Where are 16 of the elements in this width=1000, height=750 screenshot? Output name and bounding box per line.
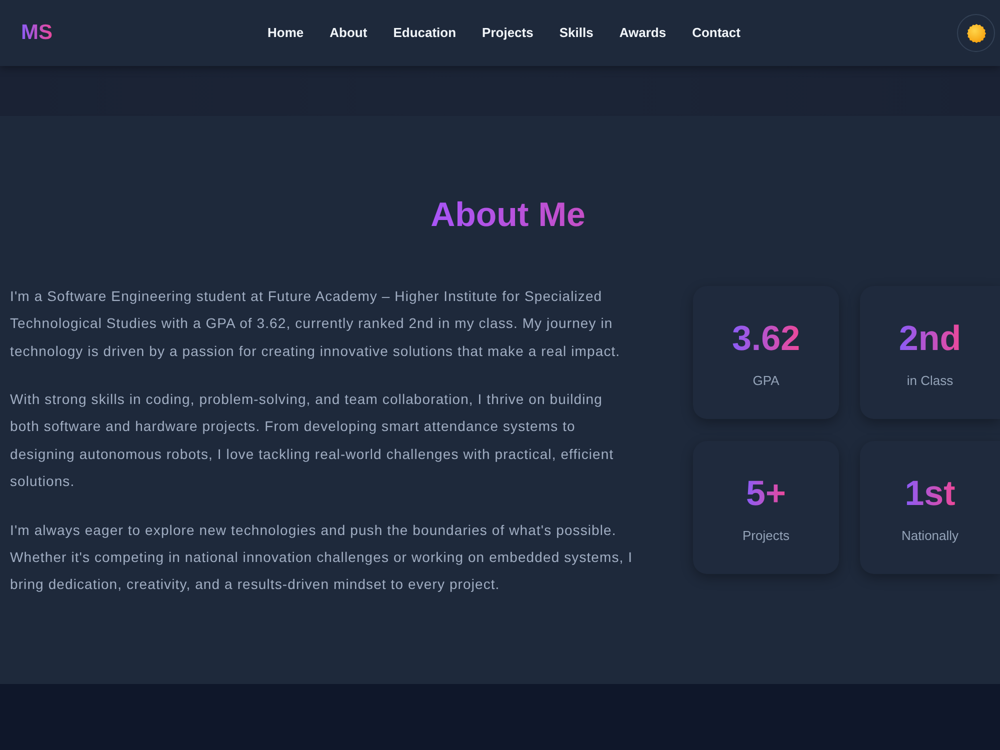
nav-link[interactable]: Education [393, 24, 456, 42]
about-paragraph: With strong skills in coding, problem-solving, and team collaboration, I thrive on building both software and hardware projects. From developing smart attendance systems to designing autonomous robots, I love tackling real-world challenges with practical, efficient solutions. [10, 390, 615, 492]
nav-link[interactable]: Contact [692, 24, 740, 42]
stat-label: Projects [742, 526, 790, 545]
about-paragraph: I'm a Software Engineering student at Future Academy – Higher Institute for Specialized Technological Studies with a GPA of 3.62, currently ranked 2nd in my class. My journey in technology is driven by a passion for creating innovative solutions that make a real impact. [10, 286, 622, 361]
nav-link[interactable]: Projects [482, 24, 534, 42]
stat-label: GPA [752, 372, 780, 390]
nav-link[interactable]: Awards [619, 24, 666, 42]
about-paragraph: I'm always eager to explore new technologies and push the boundaries of what's possible. Whether it's competing in national innovation challenges or working on embedded systems, I bring dedication, creativity, and a results-driven mindset to every project. [10, 520, 634, 594]
theme-toggle-button[interactable] [957, 14, 995, 52]
nav-link[interactable]: About [330, 24, 368, 42]
nav-link[interactable]: Home [268, 24, 304, 42]
sun-icon [966, 24, 986, 42]
stat-label: Nationally [901, 526, 959, 545]
nav-link[interactable]: Skills [559, 24, 594, 42]
stat-label: in Class [906, 372, 954, 390]
